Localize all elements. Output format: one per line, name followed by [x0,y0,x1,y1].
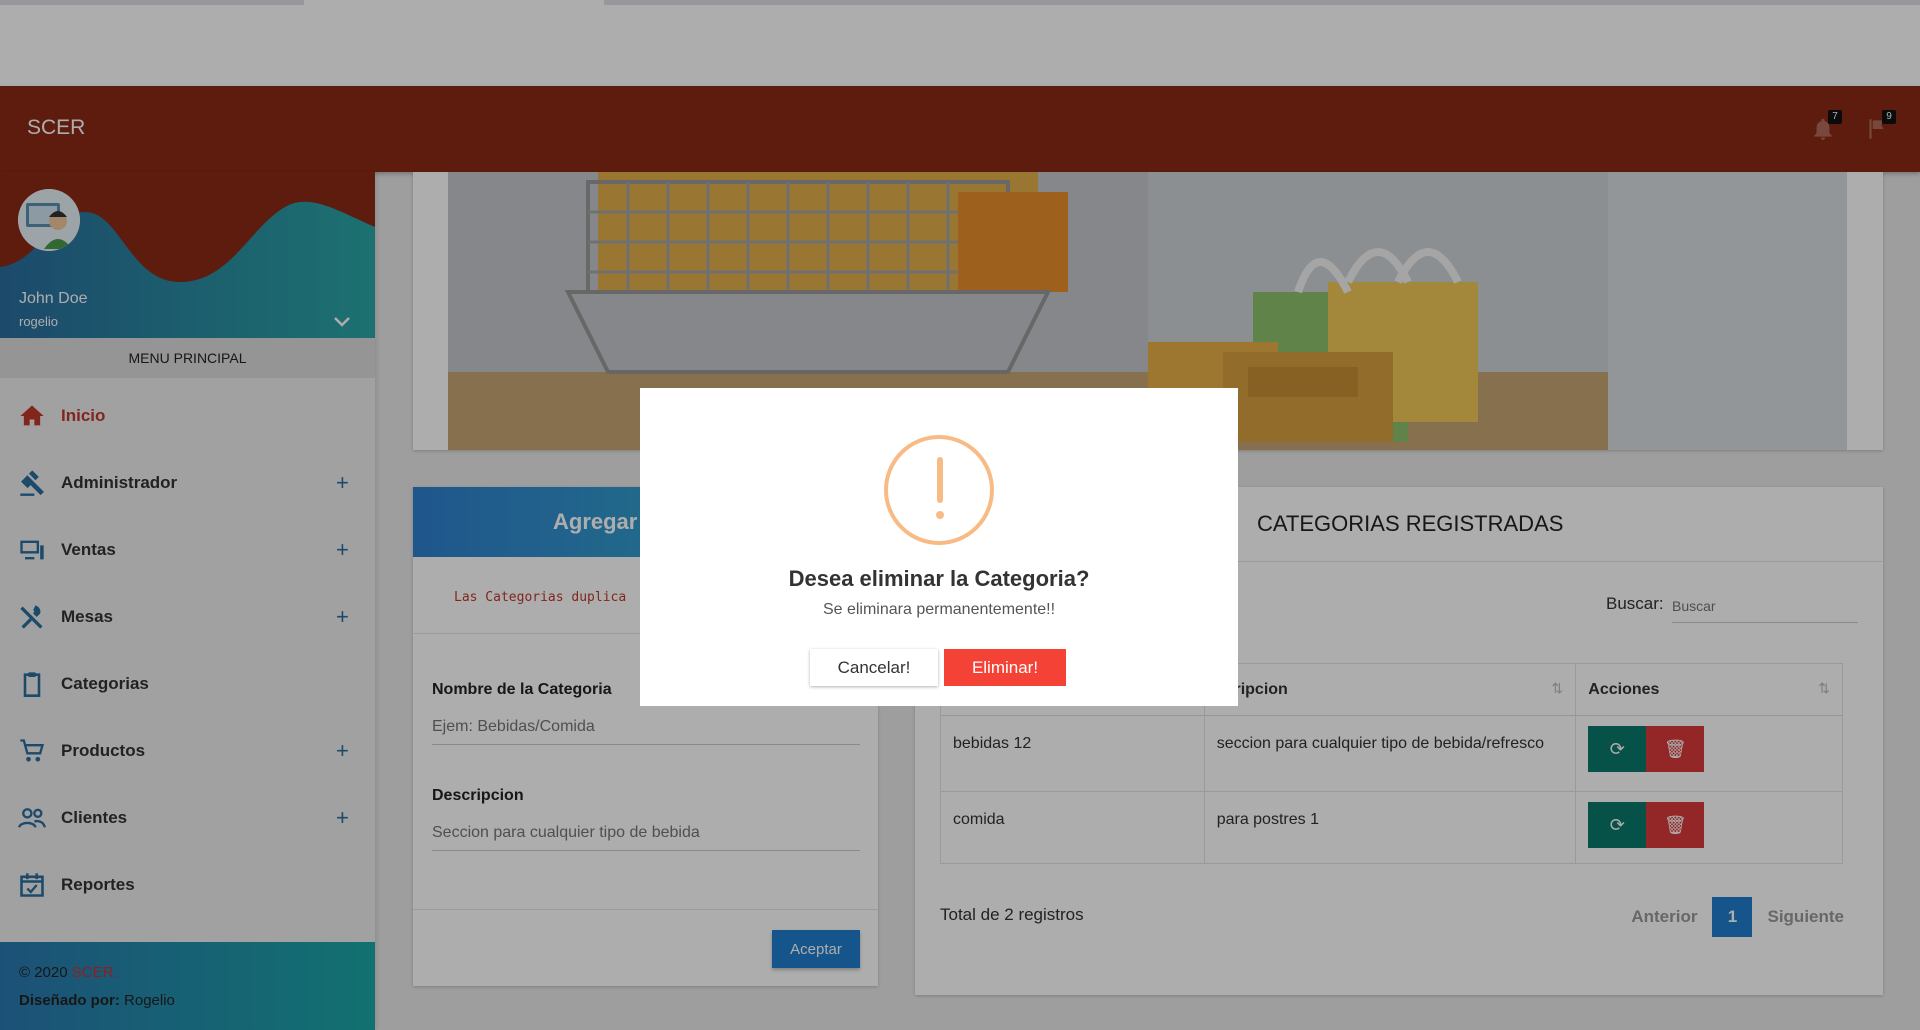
dialog-message: Se eliminara permanentemente!! [822,601,1056,618]
warning-mark-bar [937,457,943,503]
dialog-title: Desea eliminar la Categoria? [788,566,1090,591]
cancel-button[interactable]: Cancelar! [810,649,938,686]
warning-icon [884,435,994,545]
confirm-delete-button[interactable]: Eliminar! [944,649,1066,686]
delete-confirm-dialog: Desea eliminar la Categoria? Se eliminar… [640,388,1238,706]
warning-mark-dot [936,511,944,519]
